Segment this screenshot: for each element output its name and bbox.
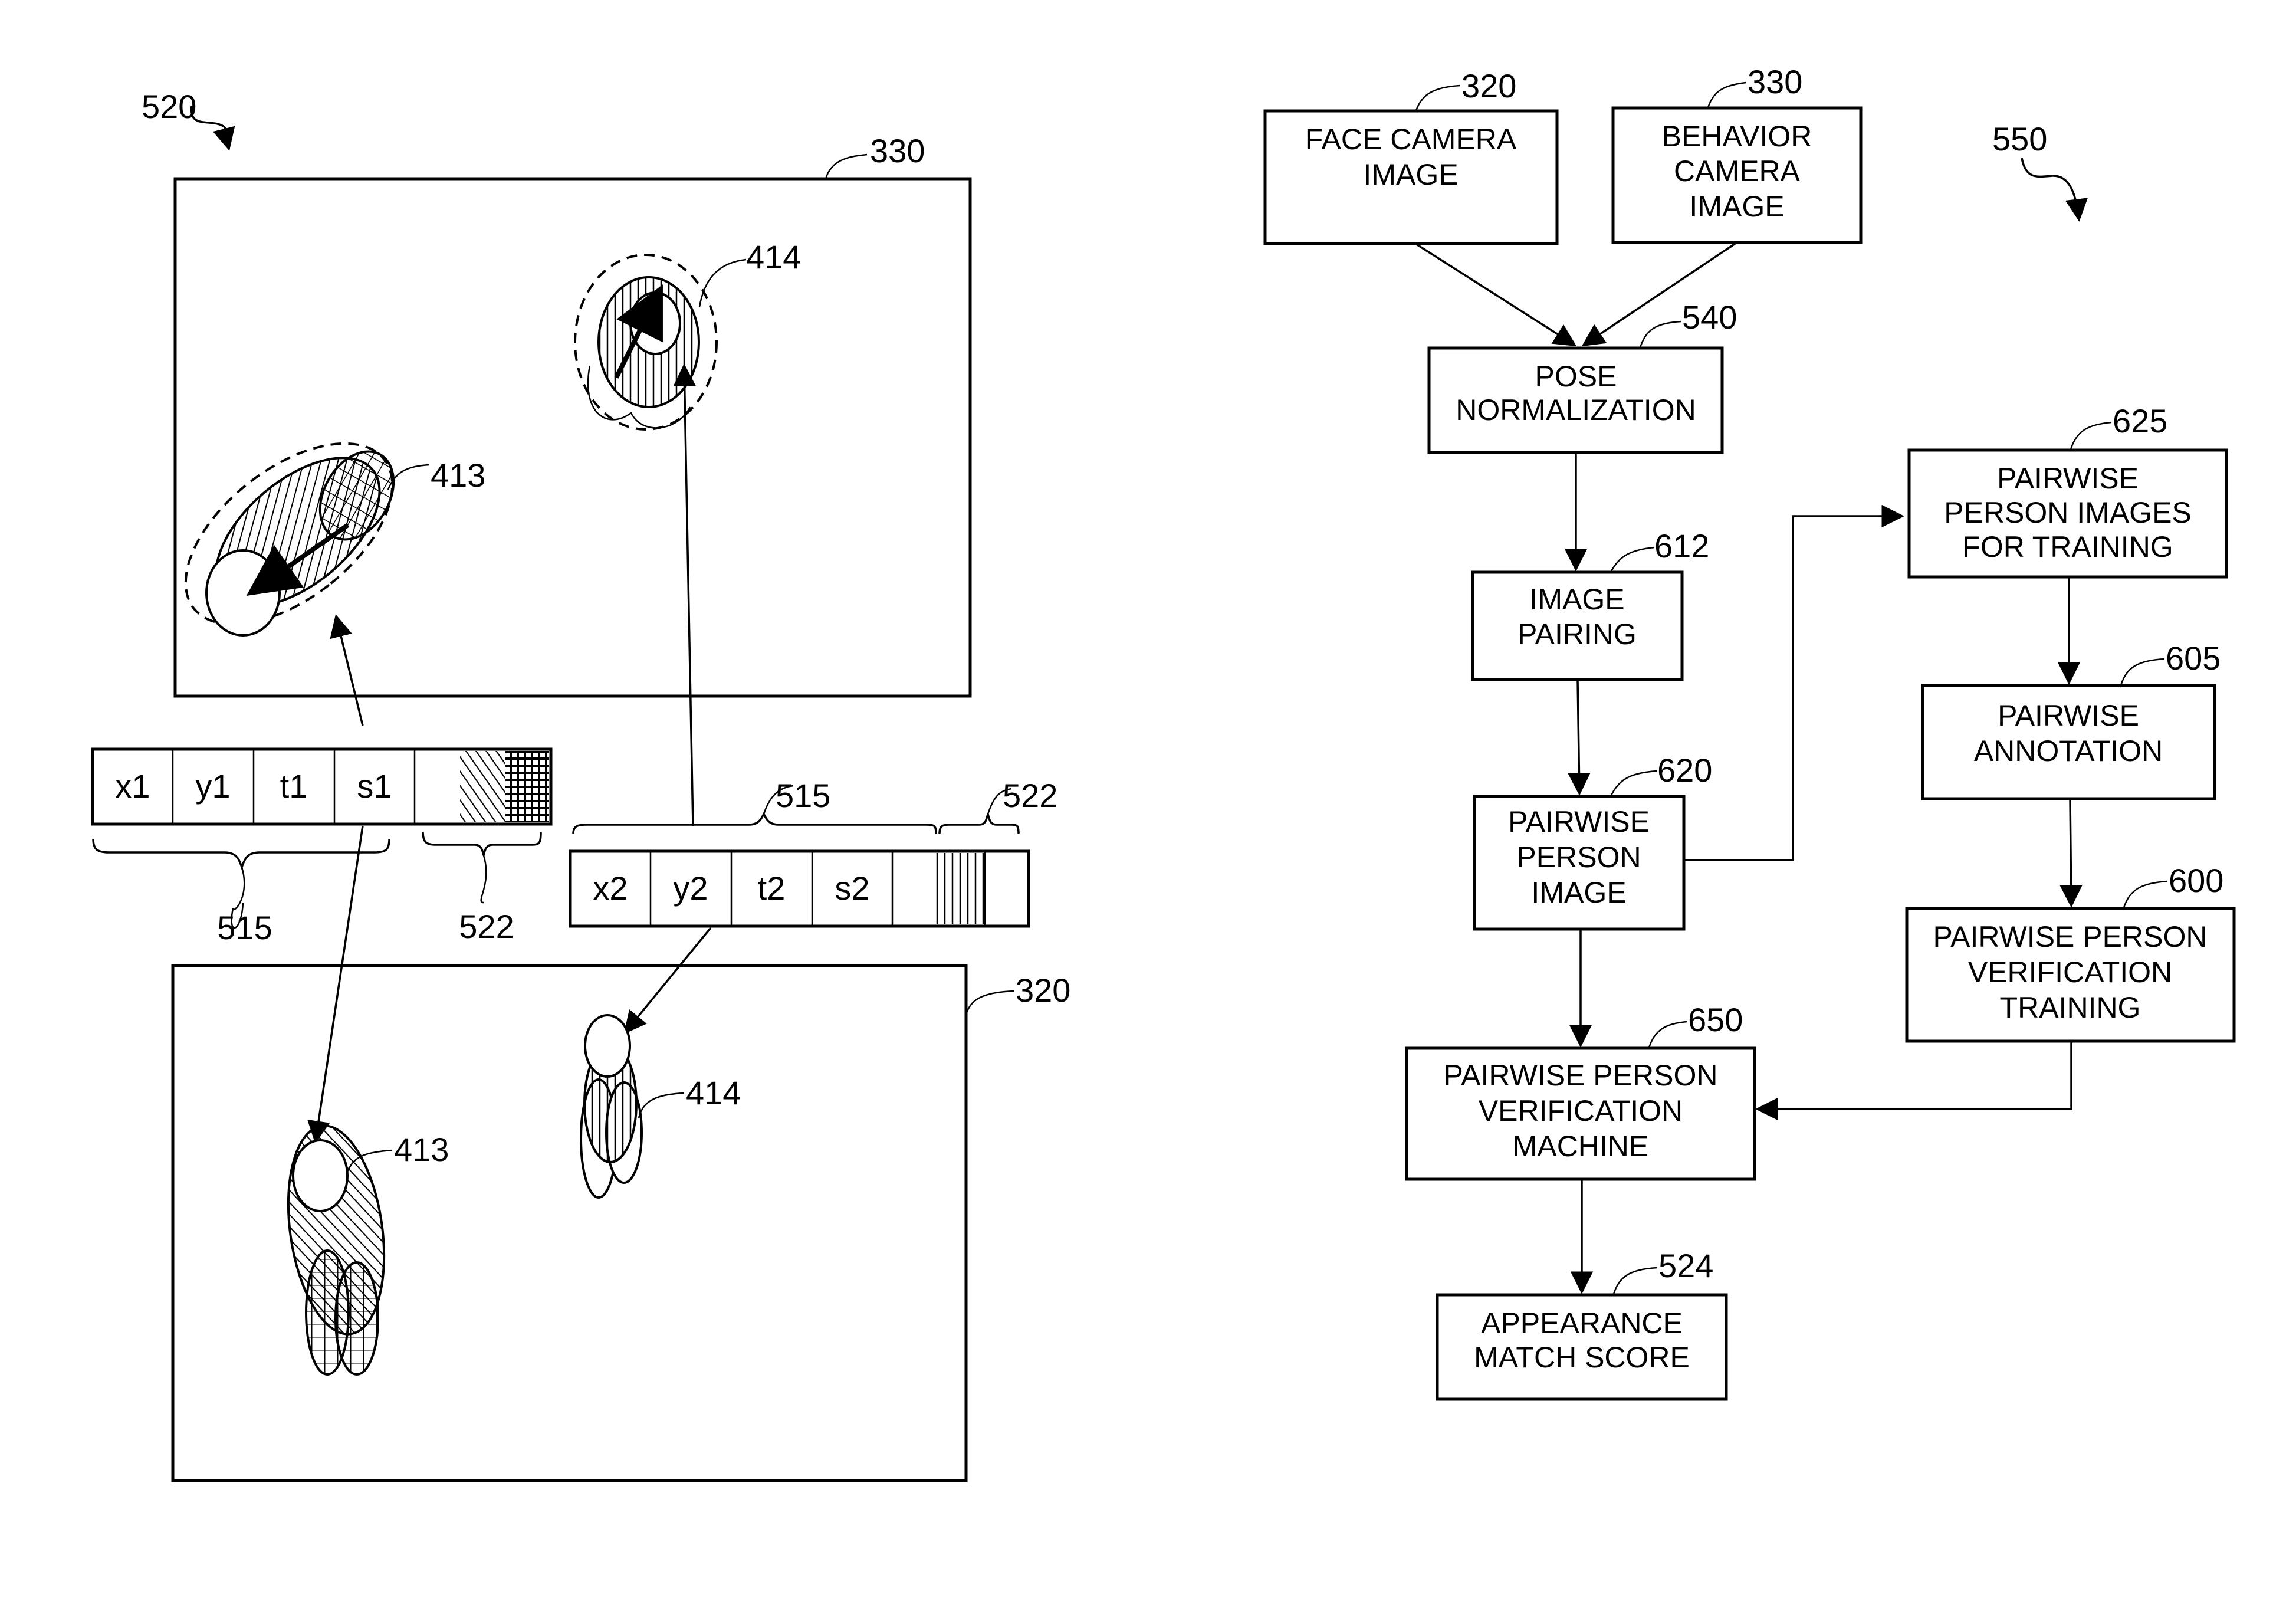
flowchart-550: 550 320 FACE CAMERA IMAGE 330 BEHAVIOR C… [1263, 63, 2236, 1401]
box-text: MACHINE [1513, 1130, 1649, 1163]
connector-414-face [623, 927, 712, 1034]
box-behavior-camera-image[interactable]: 330 BEHAVIOR CAMERA IMAGE [1611, 63, 1863, 244]
arrow-pairwise-image-to-training [1684, 504, 1904, 861]
box-text: PAIRWISE [1997, 462, 2139, 495]
box-text: PAIRING [1517, 618, 1637, 651]
ref-605: 605 [2166, 639, 2221, 677]
box-pose-normalization[interactable]: 540 POSE NORMALIZATION [1427, 298, 1737, 454]
descriptor-2-x: x2 [593, 870, 628, 907]
box-image-pairing[interactable]: 612 IMAGE PAIRING [1471, 527, 1709, 681]
ref-330: 330 [1748, 63, 1802, 100]
person-413-ref-face: 413 [394, 1131, 449, 1168]
behavior-camera-frame: 330 414 413 [173, 132, 972, 698]
box-text: VERIFICATION [1479, 1094, 1683, 1127]
person-414-ref-face: 414 [686, 1074, 741, 1111]
figure-520-pointer-icon [190, 106, 235, 151]
ref-612: 612 [1654, 527, 1709, 565]
ref-320: 320 [1461, 67, 1516, 104]
box-text: VERIFICATION [1968, 956, 2172, 989]
ref-625: 625 [2113, 402, 2167, 439]
box-pairwise-person-image[interactable]: 620 PAIRWISE PERSON IMAGE [1473, 752, 1712, 931]
box-text: IMAGE [1363, 158, 1458, 191]
box-text: MATCH SCORE [1474, 1341, 1690, 1374]
box-text: POSE [1535, 360, 1617, 393]
ref-620: 620 [1657, 752, 1712, 789]
patent-figure: 520 330 414 413 x1 y1 t1 s1 515 522 x2 y… [91, 63, 2236, 1482]
box-text: PERSON IMAGES [1944, 496, 2192, 529]
arrow-annotation-to-training [2059, 798, 2083, 908]
box-text: PAIRWISE PERSON [1444, 1059, 1718, 1092]
box-text: IMAGE [1689, 190, 1784, 223]
box-pairwise-annotation[interactable]: 605 PAIRWISE ANNOTATION [1921, 639, 2221, 800]
box-text: TRAINING [2000, 991, 2141, 1024]
ref-524: 524 [1658, 1247, 1713, 1284]
box-training-images[interactable]: 625 PAIRWISE PERSON IMAGES FOR TRAINING [1907, 402, 2228, 579]
figure-520: 520 330 414 413 x1 y1 t1 s1 515 522 x2 y… [91, 88, 1070, 1482]
descriptor-1-s: s1 [357, 767, 392, 805]
person-413-ref-top: 413 [431, 457, 485, 494]
box-text: APPEARANCE [1481, 1307, 1683, 1340]
box-text: BEHAVIOR [1662, 120, 1812, 153]
person-413-topview: 413 [184, 442, 485, 637]
box-text: PAIRWISE [1998, 699, 2139, 732]
box-text: IMAGE [1529, 583, 1624, 616]
descriptor-1-color-ref: 522 [459, 908, 514, 945]
flowchart-label-550: 550 [1992, 120, 2047, 158]
descriptor-2-spatial-ref: 515 [776, 777, 830, 814]
connector-414-top [673, 363, 696, 826]
descriptor-2: x2 y2 t2 s2 515 522 [569, 777, 1057, 928]
figure-label-520: 520 [142, 88, 196, 125]
box-text: PAIRWISE PERSON [1933, 920, 2208, 953]
arrow-face-to-pose [1415, 242, 1577, 347]
face-camera-frame: 320 413 414 [171, 964, 1070, 1482]
box-text: PERSON [1516, 841, 1641, 874]
descriptor-1-t: t1 [280, 767, 308, 805]
ref-600: 600 [2169, 862, 2223, 899]
flowchart-550-pointer-icon [2021, 158, 2088, 222]
descriptor-2-s: s2 [835, 870, 869, 907]
box-face-camera-image[interactable]: 320 FACE CAMERA IMAGE [1263, 67, 1559, 245]
ref-650: 650 [1688, 1001, 1743, 1038]
box-text: PAIRWISE [1508, 805, 1650, 838]
box-text: CAMERA [1674, 155, 1801, 188]
behavior-frame-ref: 330 [870, 132, 925, 169]
descriptor-1-spatial-ref: 515 [217, 909, 272, 946]
arrow-training-to-machine [1755, 1041, 2072, 1121]
ref-540: 540 [1682, 298, 1737, 336]
descriptor-1: x1 y1 t1 s1 515 522 [91, 747, 553, 946]
person-414-sideview: 414 [580, 1014, 741, 1199]
descriptor-2-y: y2 [673, 870, 708, 907]
descriptor-2-t: t2 [758, 870, 786, 907]
descriptor-1-x: x1 [115, 767, 150, 805]
box-text: FACE CAMERA [1305, 123, 1517, 156]
arrow-pairing-to-pairwise-image [1568, 679, 1591, 796]
box-text: IMAGE [1531, 876, 1626, 909]
connector-413-top [330, 614, 364, 726]
box-text: ANNOTATION [1974, 734, 2163, 767]
person-413-sideview: 413 [287, 1124, 449, 1376]
descriptor-1-y: y1 [195, 767, 230, 805]
person-414-topview: 414 [574, 238, 801, 431]
box-text: NORMALIZATION [1456, 393, 1696, 426]
box-text: FOR TRAINING [1962, 530, 2173, 563]
person-414-ref-top: 414 [746, 238, 801, 275]
face-frame-ref: 320 [1016, 972, 1070, 1009]
descriptor-2-color-ref: 522 [1003, 777, 1057, 814]
connector-413-face [307, 825, 364, 1144]
